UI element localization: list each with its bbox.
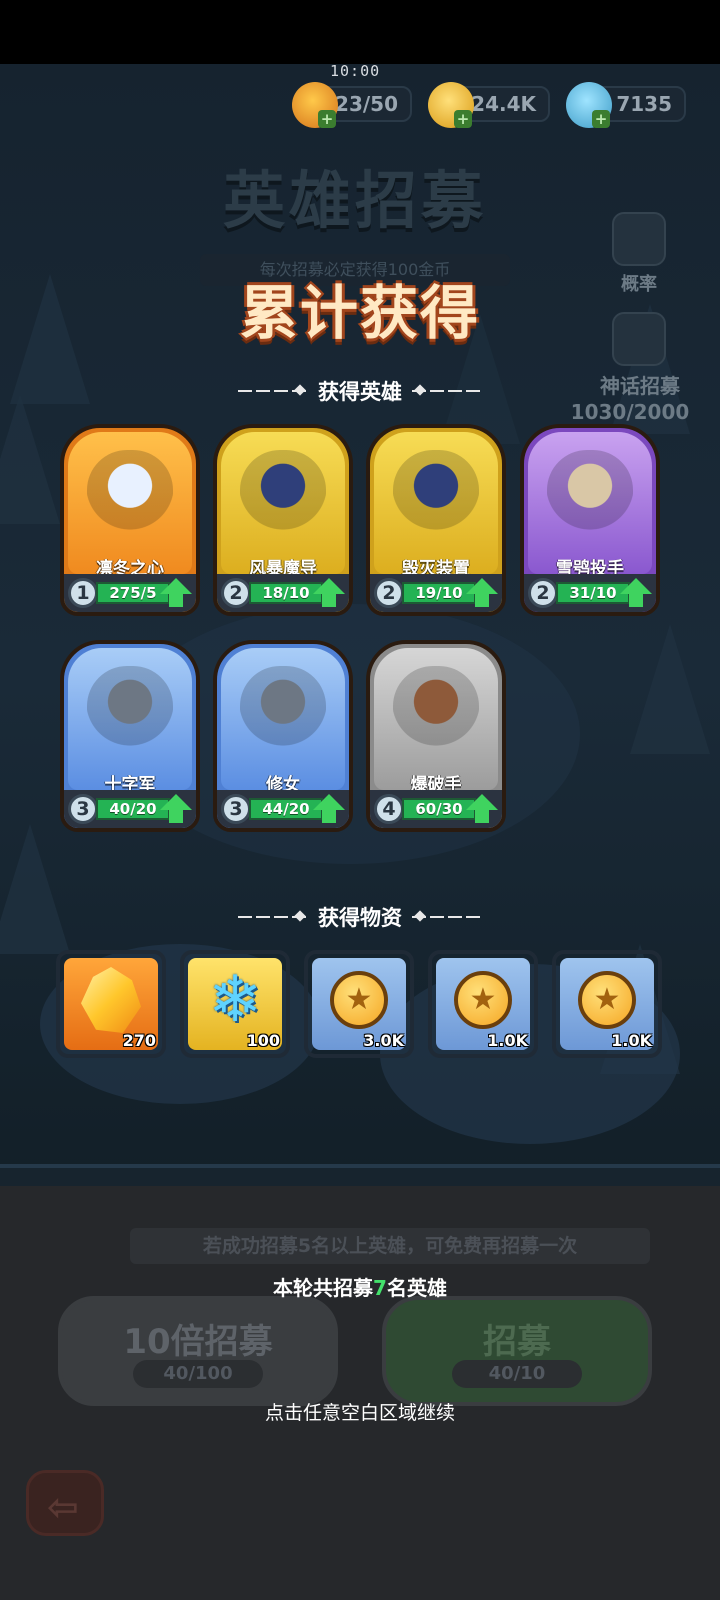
hero-shard-progress: 31/10 bbox=[556, 582, 630, 604]
add-crystal-icon[interactable]: + bbox=[592, 110, 610, 128]
hero-card[interactable]: 毁灭装置 2 19/10 bbox=[366, 424, 506, 616]
hero-card[interactable]: 爆破手 4 60/30 bbox=[366, 640, 506, 832]
material-count: 1.0K bbox=[487, 1031, 528, 1050]
ice-crystal-icon: ❄ bbox=[208, 963, 262, 1037]
recruit-label: 招募 bbox=[483, 1322, 551, 1362]
summary-suffix: 名英雄 bbox=[386, 1276, 447, 1300]
crusader-icon bbox=[87, 666, 173, 760]
recruit-cost: 40/10 bbox=[452, 1360, 582, 1388]
recruit-title: 英雄招募 bbox=[222, 164, 487, 237]
hero-card[interactable]: 风暴魔导 2 18/10 bbox=[213, 424, 353, 616]
doom-machine-icon bbox=[393, 450, 479, 544]
material-tile[interactable]: ★ 3.0K bbox=[304, 950, 414, 1058]
hero-card[interactable]: 凛冬之心 1 275/5 bbox=[60, 424, 200, 616]
gold-coin-icon: ★ bbox=[454, 971, 512, 1029]
hero-level: 2 bbox=[374, 578, 404, 608]
hero-shard-progress: 18/10 bbox=[249, 582, 323, 604]
heroes-section-header: 获得英雄 bbox=[0, 376, 720, 406]
material-tile[interactable]: ★ 1.0K bbox=[428, 950, 538, 1058]
heroes-header-label: 获得英雄 bbox=[318, 380, 402, 404]
energy-counter[interactable]: + 23/50 bbox=[292, 82, 412, 128]
hero-level: 4 bbox=[374, 794, 404, 824]
recruit-summary: 本轮共招募7名英雄 bbox=[0, 1272, 720, 1301]
gold-counter[interactable]: + 24.4K bbox=[428, 82, 550, 128]
materials-header-label: 获得物资 bbox=[318, 906, 402, 930]
snow-owl-icon bbox=[547, 450, 633, 544]
ten-recruit-cost: 40/100 bbox=[133, 1360, 263, 1388]
hero-shard-progress: 19/10 bbox=[402, 582, 476, 604]
upgrade-arrow-icon[interactable] bbox=[466, 578, 498, 608]
bonus-notice: 若成功招募5名以上英雄，可免费再招募一次 bbox=[130, 1228, 650, 1264]
summary-count: 7 bbox=[373, 1276, 387, 1300]
gold-coin-icon: ★ bbox=[330, 971, 388, 1029]
ten-recruit-button[interactable]: 10倍招募 40/100 bbox=[58, 1296, 338, 1406]
summary-prefix: 本轮共招募 bbox=[273, 1276, 374, 1300]
material-count: 3.0K bbox=[363, 1031, 404, 1050]
hero-level: 2 bbox=[528, 578, 558, 608]
recruit-button[interactable]: 招募 40/10 bbox=[382, 1296, 652, 1406]
hero-level: 2 bbox=[221, 578, 251, 608]
back-arrow-icon: ⇦ bbox=[47, 1485, 79, 1529]
status-bar bbox=[0, 0, 720, 64]
material-tile[interactable]: ★ 1.0K bbox=[552, 950, 662, 1058]
gold-value: 24.4K bbox=[471, 92, 536, 116]
ten-recruit-label: 10倍招募 bbox=[123, 1322, 273, 1362]
add-gold-icon[interactable]: + bbox=[454, 110, 472, 128]
hero-card[interactable]: 雪鸮投手 2 31/10 bbox=[520, 424, 660, 616]
nun-icon bbox=[240, 666, 326, 760]
clock-time: 10:00 bbox=[330, 62, 381, 80]
hero-card[interactable]: 修女 3 44/20 bbox=[213, 640, 353, 832]
gold-coin-icon: ★ bbox=[578, 971, 636, 1029]
material-count: 1.0K bbox=[611, 1031, 652, 1050]
hero-shard-progress: 44/20 bbox=[249, 798, 323, 820]
material-tile[interactable]: ❄ 100 bbox=[180, 950, 290, 1058]
energy-value: 23/50 bbox=[335, 92, 398, 116]
upgrade-arrow-icon[interactable] bbox=[313, 578, 345, 608]
continue-hint[interactable]: 点击任意空白区域继续 bbox=[0, 1398, 720, 1425]
upgrade-arrow-icon[interactable] bbox=[313, 794, 345, 824]
result-title: 累计获得 bbox=[239, 279, 480, 347]
ice-queen-icon bbox=[87, 450, 173, 544]
crystal-counter[interactable]: + 7135 bbox=[566, 82, 686, 128]
back-button[interactable]: ⇦ bbox=[26, 1470, 104, 1536]
material-count: 270 bbox=[122, 1031, 156, 1050]
crystal-value: 7135 bbox=[616, 92, 672, 116]
upgrade-arrow-icon[interactable] bbox=[160, 578, 192, 608]
material-tile[interactable]: 270 bbox=[56, 950, 166, 1058]
bomber-icon bbox=[393, 666, 479, 760]
hero-shard-progress: 275/5 bbox=[96, 582, 170, 604]
materials-section-header: 获得物资 bbox=[0, 902, 720, 932]
document-icon bbox=[612, 212, 666, 266]
hero-shard-progress: 60/30 bbox=[402, 798, 476, 820]
upgrade-arrow-icon[interactable] bbox=[160, 794, 192, 824]
hero-level: 3 bbox=[68, 794, 98, 824]
add-energy-icon[interactable]: + bbox=[318, 110, 336, 128]
hero-card[interactable]: 十字军 3 40/20 bbox=[60, 640, 200, 832]
hero-shard-progress: 40/20 bbox=[96, 798, 170, 820]
material-count: 100 bbox=[246, 1031, 280, 1050]
hero-level: 1 bbox=[68, 578, 98, 608]
upgrade-arrow-icon[interactable] bbox=[620, 578, 652, 608]
upgrade-arrow-icon[interactable] bbox=[466, 794, 498, 824]
storm-wizard-icon bbox=[240, 450, 326, 544]
hero-level: 3 bbox=[221, 794, 251, 824]
